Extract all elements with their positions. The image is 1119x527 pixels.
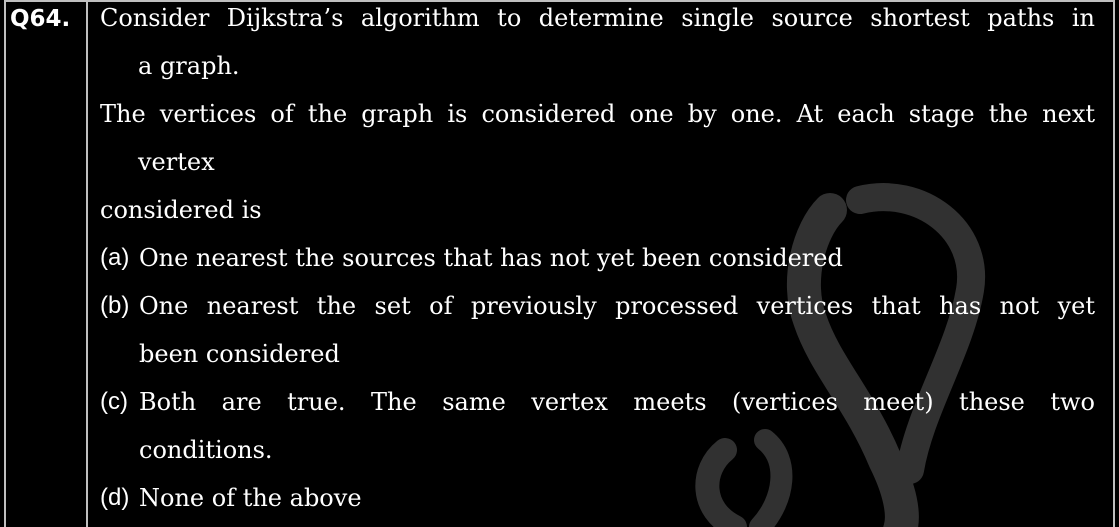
question-number: Q64. [10, 6, 71, 32]
column-divider [86, 0, 88, 527]
option-b-text[interactable]: One nearest the set of previously proces… [139, 290, 1095, 322]
question-stem-line: considered is [100, 196, 262, 224]
option-a-label[interactable]: (a) [100, 242, 129, 274]
stem-text: The vertices of the graph is considered … [100, 100, 1095, 128]
stem-text: Consider Dijkstra’s algorithm to determi… [100, 4, 1095, 32]
option-a-text[interactable]: One nearest the sources that has not yet… [139, 242, 843, 274]
option-c-text[interactable]: Both are true. The same vertex meets (ve… [139, 386, 1095, 418]
option-c-line1: Both are true. The same vertex meets (ve… [139, 388, 1095, 416]
question-stem-line: vertex [138, 148, 215, 176]
question-stem-line: a graph. [138, 52, 240, 80]
question-stem-line: The vertices of the graph is considered … [100, 98, 1095, 130]
option-b-label[interactable]: (b) [100, 290, 129, 322]
question-stem-line: Consider Dijkstra’s algorithm to determi… [100, 2, 1095, 34]
option-b-line1: One nearest the set of previously proces… [139, 292, 1095, 320]
option-d-label[interactable]: (d) [100, 482, 129, 514]
option-b-text-cont[interactable]: been considered [139, 338, 340, 370]
option-c-label[interactable]: (c) [100, 386, 128, 418]
option-d-text[interactable]: None of the above [139, 482, 362, 514]
option-c-text-cont[interactable]: conditions. [139, 434, 273, 466]
